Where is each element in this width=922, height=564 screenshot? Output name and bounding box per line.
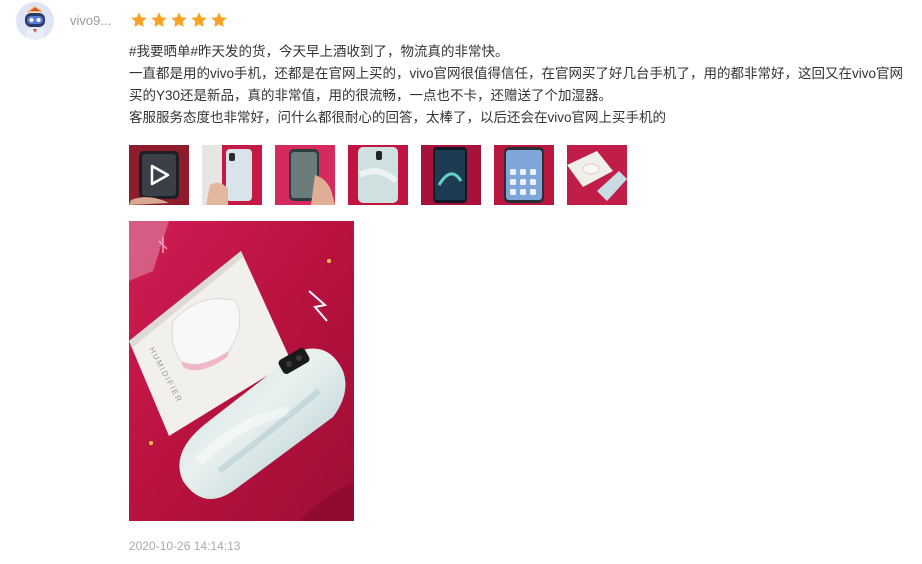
photo-thumbnail-strip <box>129 145 627 205</box>
review-line: #我要晒单#昨天发的货，今天早上酒收到了，物流真的非常快。 <box>129 44 509 59</box>
review-line: 客服服务态度也非常好，问什么都很耐心的回答，太棒了，以后还会在vivo官网上买手… <box>129 110 667 125</box>
photo-thumbnail[interactable] <box>348 145 408 205</box>
user-name: vivo9... <box>70 13 112 28</box>
photo-thumbnail[interactable] <box>202 145 262 205</box>
review-timestamp: 2020-10-26 14:14:13 <box>129 539 241 553</box>
star-icon <box>131 12 147 27</box>
robot-avatar-icon <box>16 2 54 40</box>
review-line: 买的Y30还是新品，真的非常值，用的很流畅，一点也不卡，还赠送了个加湿器。 <box>129 88 613 103</box>
review-item: vivo9... #我要晒单#昨天发的货，今天早上酒收到了，物流真的非常快。 一… <box>0 0 922 564</box>
star-icon <box>151 12 167 27</box>
review-content: #我要晒单#昨天发的货，今天早上酒收到了，物流真的非常快。 一直都是用的vivo… <box>129 41 914 129</box>
review-line: 一直都是用的vivo手机，还都是在官网上买的，vivo官网很值得信任，在官网买了… <box>129 66 904 81</box>
rating-stars <box>130 11 228 29</box>
photo-thumbnail[interactable] <box>421 145 481 205</box>
star-icon <box>211 12 227 27</box>
play-icon <box>150 164 170 186</box>
photo-thumbnail[interactable] <box>494 145 554 205</box>
photo-preview[interactable]: HUMIDIFIER <box>129 221 354 521</box>
user-avatar[interactable] <box>16 2 54 40</box>
video-thumbnail[interactable] <box>129 145 189 205</box>
star-icon <box>171 12 187 27</box>
photo-thumbnail[interactable] <box>567 145 627 205</box>
star-icon <box>191 12 207 27</box>
photo-thumbnail[interactable] <box>275 145 335 205</box>
